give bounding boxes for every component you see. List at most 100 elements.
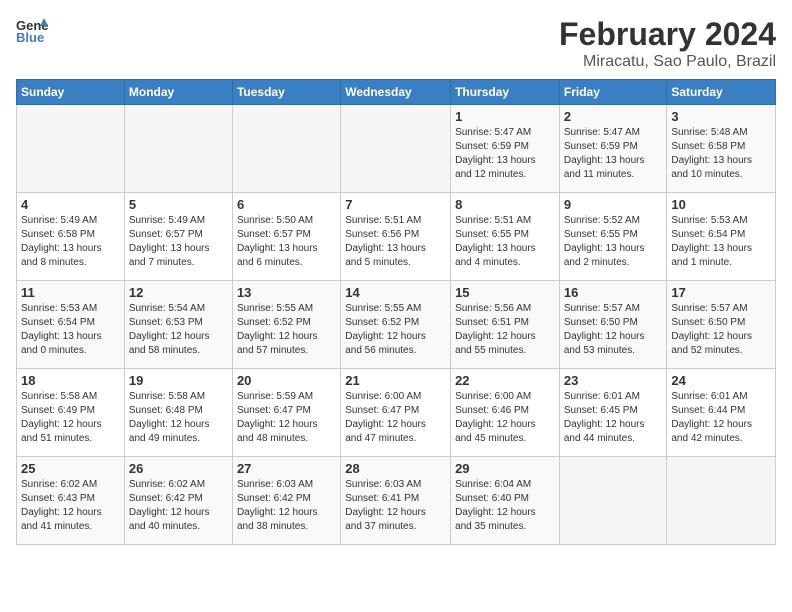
calendar-cell xyxy=(232,105,340,193)
day-info: Sunrise: 5:57 AM Sunset: 6:50 PM Dayligh… xyxy=(564,302,663,358)
calendar-cell: 11 Sunrise: 5:53 AM Sunset: 6:54 PM Dayli… xyxy=(17,281,125,369)
day-info: Sunrise: 5:58 AM Sunset: 6:49 PM Dayligh… xyxy=(21,390,120,446)
day-number: 12 xyxy=(129,285,228,300)
calendar-cell: 15 Sunrise: 5:56 AM Sunset: 6:51 PM Dayli… xyxy=(451,281,560,369)
location-subtitle: Miracatu, Sao Paulo, Brazil xyxy=(559,53,776,71)
col-header-saturday: Saturday xyxy=(667,80,776,105)
day-info: Sunrise: 5:49 AM Sunset: 6:57 PM Dayligh… xyxy=(129,214,228,270)
day-number: 25 xyxy=(21,461,120,476)
day-number: 18 xyxy=(21,373,120,388)
day-number: 21 xyxy=(345,373,446,388)
calendar-cell: 20Sunrise: 5:59 AM Sunset: 6:47 PM Dayli… xyxy=(232,369,340,457)
calendar-header: SundayMondayTuesdayWednesdayThursdayFrid… xyxy=(17,80,776,105)
calendar-table: SundayMondayTuesdayWednesdayThursdayFrid… xyxy=(16,79,776,545)
day-info: Sunrise: 5:56 AM Sunset: 6:51 PM Dayligh… xyxy=(455,302,555,358)
day-info: Sunrise: 5:48 AM Sunset: 6:58 PM Dayligh… xyxy=(671,126,771,182)
calendar-cell: 12 Sunrise: 5:54 AM Sunset: 6:53 PM Dayli… xyxy=(124,281,232,369)
calendar-cell xyxy=(341,105,451,193)
day-info: Sunrise: 6:04 AM Sunset: 6:40 PM Dayligh… xyxy=(455,478,555,534)
calendar-cell xyxy=(559,457,667,545)
day-number: 6 xyxy=(237,197,336,212)
calendar-cell: 27Sunrise: 6:03 AM Sunset: 6:42 PM Dayli… xyxy=(232,457,340,545)
title-block: February 2024 Miracatu, Sao Paulo, Brazi… xyxy=(559,16,776,71)
logo: General Blue xyxy=(16,16,48,44)
calendar-cell: 13 Sunrise: 5:55 AM Sunset: 6:52 PM Dayli… xyxy=(232,281,340,369)
day-info: Sunrise: 6:00 AM Sunset: 6:46 PM Dayligh… xyxy=(455,390,555,446)
day-info: Sunrise: 5:51 AM Sunset: 6:56 PM Dayligh… xyxy=(345,214,446,270)
week-row-1: 4Sunrise: 5:49 AM Sunset: 6:58 PM Daylig… xyxy=(17,193,776,281)
week-row-0: 1 Sunrise: 5:47 AM Sunset: 6:59 PM Daylig… xyxy=(17,105,776,193)
day-info: Sunrise: 5:55 AM Sunset: 6:52 PM Dayligh… xyxy=(237,302,336,358)
calendar-cell: 18 Sunrise: 5:58 AM Sunset: 6:49 PM Dayli… xyxy=(17,369,125,457)
day-number: 7 xyxy=(345,197,446,212)
day-number: 16 xyxy=(564,285,663,300)
day-number: 29 xyxy=(455,461,555,476)
day-info: Sunrise: 5:53 AM Sunset: 6:54 PM Dayligh… xyxy=(21,302,120,358)
calendar-cell: 16 Sunrise: 5:57 AM Sunset: 6:50 PM Dayli… xyxy=(559,281,667,369)
calendar-cell: 23 Sunrise: 6:01 AM Sunset: 6:45 PM Dayli… xyxy=(559,369,667,457)
day-number: 8 xyxy=(455,197,555,212)
col-header-tuesday: Tuesday xyxy=(232,80,340,105)
day-info: Sunrise: 5:52 AM Sunset: 6:55 PM Dayligh… xyxy=(564,214,663,270)
day-info: Sunrise: 6:01 AM Sunset: 6:44 PM Dayligh… xyxy=(671,390,771,446)
day-info: Sunrise: 5:55 AM Sunset: 6:52 PM Dayligh… xyxy=(345,302,446,358)
calendar-cell xyxy=(667,457,776,545)
calendar-cell xyxy=(124,105,232,193)
day-number: 24 xyxy=(671,373,771,388)
day-info: Sunrise: 5:47 AM Sunset: 6:59 PM Dayligh… xyxy=(455,126,555,182)
calendar-body: 1 Sunrise: 5:47 AM Sunset: 6:59 PM Daylig… xyxy=(17,105,776,545)
calendar-cell: 29 Sunrise: 6:04 AM Sunset: 6:40 PM Dayli… xyxy=(451,457,560,545)
calendar-cell: 24 Sunrise: 6:01 AM Sunset: 6:44 PM Dayli… xyxy=(667,369,776,457)
day-info: Sunrise: 6:02 AM Sunset: 6:42 PM Dayligh… xyxy=(129,478,228,534)
calendar-cell: 26 Sunrise: 6:02 AM Sunset: 6:42 PM Dayli… xyxy=(124,457,232,545)
calendar-cell: 9 Sunrise: 5:52 AM Sunset: 6:55 PM Daylig… xyxy=(559,193,667,281)
calendar-cell: 3 Sunrise: 5:48 AM Sunset: 6:58 PM Daylig… xyxy=(667,105,776,193)
day-info: Sunrise: 5:54 AM Sunset: 6:53 PM Dayligh… xyxy=(129,302,228,358)
calendar-cell: 6 Sunrise: 5:50 AM Sunset: 6:57 PM Daylig… xyxy=(232,193,340,281)
calendar-cell: 5Sunrise: 5:49 AM Sunset: 6:57 PM Daylig… xyxy=(124,193,232,281)
week-row-2: 11 Sunrise: 5:53 AM Sunset: 6:54 PM Dayli… xyxy=(17,281,776,369)
col-header-monday: Monday xyxy=(124,80,232,105)
day-info: Sunrise: 5:58 AM Sunset: 6:48 PM Dayligh… xyxy=(129,390,228,446)
day-number: 1 xyxy=(455,109,555,124)
calendar-cell: 4Sunrise: 5:49 AM Sunset: 6:58 PM Daylig… xyxy=(17,193,125,281)
calendar-cell: 1 Sunrise: 5:47 AM Sunset: 6:59 PM Daylig… xyxy=(451,105,560,193)
day-info: Sunrise: 5:53 AM Sunset: 6:54 PM Dayligh… xyxy=(671,214,771,270)
week-row-3: 18 Sunrise: 5:58 AM Sunset: 6:49 PM Dayli… xyxy=(17,369,776,457)
day-number: 23 xyxy=(564,373,663,388)
calendar-cell: 2Sunrise: 5:47 AM Sunset: 6:59 PM Daylig… xyxy=(559,105,667,193)
col-header-thursday: Thursday xyxy=(451,80,560,105)
day-info: Sunrise: 6:01 AM Sunset: 6:45 PM Dayligh… xyxy=(564,390,663,446)
day-number: 26 xyxy=(129,461,228,476)
day-number: 10 xyxy=(671,197,771,212)
days-of-week-row: SundayMondayTuesdayWednesdayThursdayFrid… xyxy=(17,80,776,105)
page-header: General Blue February 2024 Miracatu, Sao… xyxy=(16,16,776,71)
calendar-cell: 7 Sunrise: 5:51 AM Sunset: 6:56 PM Daylig… xyxy=(341,193,451,281)
calendar-cell xyxy=(17,105,125,193)
day-number: 13 xyxy=(237,285,336,300)
month-year-title: February 2024 xyxy=(559,16,776,53)
day-number: 22 xyxy=(455,373,555,388)
day-number: 17 xyxy=(671,285,771,300)
day-number: 15 xyxy=(455,285,555,300)
calendar-cell: 28Sunrise: 6:03 AM Sunset: 6:41 PM Dayli… xyxy=(341,457,451,545)
day-info: Sunrise: 6:03 AM Sunset: 6:42 PM Dayligh… xyxy=(237,478,336,534)
day-number: 19 xyxy=(129,373,228,388)
day-number: 11 xyxy=(21,285,120,300)
day-number: 3 xyxy=(671,109,771,124)
calendar-cell: 14Sunrise: 5:55 AM Sunset: 6:52 PM Dayli… xyxy=(341,281,451,369)
calendar-cell: 25Sunrise: 6:02 AM Sunset: 6:43 PM Dayli… xyxy=(17,457,125,545)
week-row-4: 25Sunrise: 6:02 AM Sunset: 6:43 PM Dayli… xyxy=(17,457,776,545)
day-info: Sunrise: 6:00 AM Sunset: 6:47 PM Dayligh… xyxy=(345,390,446,446)
calendar-cell: 10 Sunrise: 5:53 AM Sunset: 6:54 PM Dayli… xyxy=(667,193,776,281)
day-info: Sunrise: 5:51 AM Sunset: 6:55 PM Dayligh… xyxy=(455,214,555,270)
col-header-wednesday: Wednesday xyxy=(341,80,451,105)
day-number: 9 xyxy=(564,197,663,212)
calendar-cell: 21 Sunrise: 6:00 AM Sunset: 6:47 PM Dayli… xyxy=(341,369,451,457)
col-header-sunday: Sunday xyxy=(17,80,125,105)
calendar-cell: 8 Sunrise: 5:51 AM Sunset: 6:55 PM Daylig… xyxy=(451,193,560,281)
calendar-cell: 19 Sunrise: 5:58 AM Sunset: 6:48 PM Dayli… xyxy=(124,369,232,457)
day-info: Sunrise: 5:59 AM Sunset: 6:47 PM Dayligh… xyxy=(237,390,336,446)
day-info: Sunrise: 5:50 AM Sunset: 6:57 PM Dayligh… xyxy=(237,214,336,270)
logo-icon: General Blue xyxy=(16,16,48,44)
